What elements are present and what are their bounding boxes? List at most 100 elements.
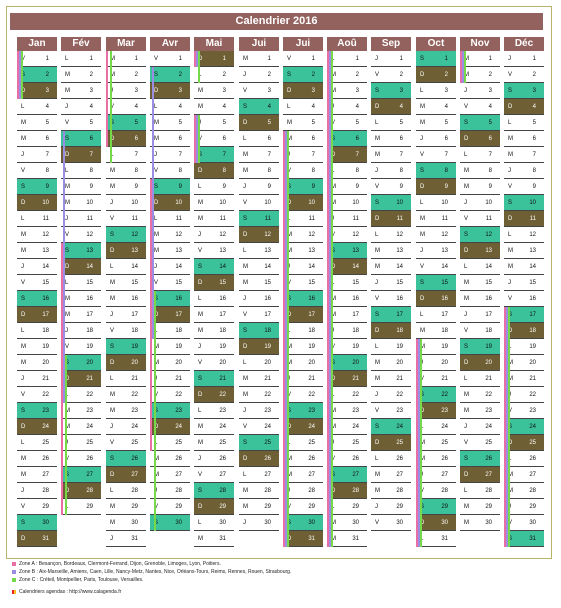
day-row: V 26 [327,451,367,467]
vacation-bar [420,467,422,483]
day-number: 5 [45,120,49,126]
day-row: V1 [283,51,323,67]
day-number: 10 [396,200,403,206]
vacation-bar [420,531,422,547]
weekday-letter: J [154,264,157,270]
weekday-letter: V [420,264,425,270]
day-number: 3 [45,88,49,94]
day-row: V2 [504,67,544,83]
day-row: J7 [17,147,57,163]
day-number: 23 [529,408,536,414]
vacation-bar [61,403,63,419]
day-row: L22 [61,387,101,403]
day-row: S6 [61,131,101,147]
day-row: L 21 [106,371,146,387]
day-number: 28 [175,488,182,494]
vacation-bar [152,147,154,163]
weekday-letter: L [21,328,25,334]
day-row: M8 [106,163,146,179]
day-number: 7 [488,152,492,158]
day-number: 12 [308,232,315,238]
day-number: 26 [396,456,403,462]
day-row: S 17 [504,307,544,323]
day-row: M 29 [106,499,146,515]
day-row: D 28 [327,483,367,499]
day-row: S 27 [61,467,101,483]
day-row: D 17 [283,307,323,323]
vacation-bar [198,51,200,67]
vacation-bar [287,419,289,435]
weekday-letter: V [65,120,70,126]
day-number: 24 [529,424,536,430]
day-row: S6 [327,131,367,147]
day-number: 21 [219,376,226,382]
day-number: 28 [42,488,49,494]
day-number: 26 [264,456,271,462]
vacation-bar [508,323,510,339]
vacation-bar [420,355,422,371]
day-row: J 13 [416,243,456,259]
day-row: M 22 [106,387,146,403]
day-row: M 13 [150,243,190,259]
weekday-letter: M [198,88,203,94]
weekday-letter: S [420,280,425,286]
day-number: 27 [396,472,403,478]
day-row: M5 [17,115,57,131]
day-row: S 29 [416,499,456,515]
weekday-letter: S [110,232,115,238]
vacation-bar [198,131,200,147]
day-number: 7 [222,152,226,158]
day-row: J 14 [150,259,190,275]
weekday-letter: V [375,72,380,78]
day-row: M5 [150,115,190,131]
day-number: 4 [488,104,492,110]
weekday-letter: J [375,504,378,510]
day-row: M9 [106,179,146,195]
vacation-bar [287,211,289,227]
day-row: V 21 [416,371,456,387]
day-row: M 12 [283,227,323,243]
day-number: 22 [175,392,182,398]
day-row: S 15 [416,275,456,291]
day-number: 11 [396,216,403,222]
day-row: S8 [416,163,456,179]
day-row: M 18 [194,323,234,339]
day-number: 4 [311,104,315,110]
day-number: 14 [219,264,226,270]
weekday-letter: L [110,376,114,382]
day-number: 9 [444,184,448,190]
weekday-letter: M [508,152,513,158]
vacation-bar [154,371,156,387]
day-number: 21 [42,376,49,382]
footer-link[interactable]: Calendriers agendas : http://www.calagen… [19,589,121,595]
weekday-letter: L [154,104,158,110]
day-row: S5 [106,115,146,131]
day-number: 10 [42,200,49,206]
day-number: 21 [352,376,359,382]
weekday-letter: M [464,168,469,174]
vacation-bar [420,451,422,467]
day-number: 16 [264,296,271,302]
vacation-bar [150,211,152,227]
weekday-letter: L [243,360,247,366]
day-row: M 24 [194,419,234,435]
day-number: 28 [131,488,138,494]
day-row: M 15 [106,275,146,291]
day-row: J18 [327,323,367,339]
vacation-bar [331,67,333,83]
day-number: 24 [441,424,448,430]
day-row: M 16 [460,291,500,307]
vacation-bar [65,419,67,435]
day-number: 5 [399,120,403,126]
vacation-bar [420,339,422,355]
day-row: V 11 [106,211,146,227]
vacation-bar [61,467,63,483]
weekday-letter: V [375,184,380,190]
day-number: 31 [441,536,448,542]
weekday-letter: J [243,296,246,302]
day-row: V 26 [61,451,101,467]
day-number: 2 [355,72,359,78]
weekday-letter: D [375,440,380,446]
day-number: 28 [86,488,93,494]
day-number: 28 [396,488,403,494]
